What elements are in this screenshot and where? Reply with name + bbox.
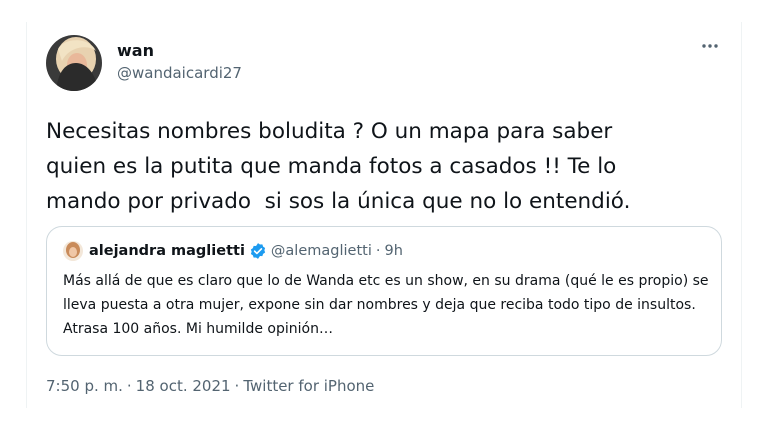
tweet-time[interactable]: 7:50 p. m.: [46, 377, 123, 395]
quoted-header: alejandra maglietti @alemaglietti · 9h: [89, 242, 403, 260]
author-avatar[interactable]: [46, 35, 102, 91]
avatar-image: [46, 35, 102, 91]
quoted-separator: ·: [375, 243, 381, 259]
tweet-metadata: 7:50 p. m. · 18 oct. 2021 · Twitter for iPho…: [46, 377, 374, 395]
quoted-tweet[interactable]: alejandra maglietti @alemaglietti · 9h M…: [46, 226, 722, 356]
quoted-timestamp: 9h: [384, 243, 403, 259]
tweet-text: Necesitas nombres boludita ? O un mapa p…: [46, 119, 631, 214]
author-handle[interactable]: @wandaicardi27: [117, 64, 242, 82]
tweet-source: Twitter for iPhone: [243, 377, 375, 395]
verified-badge-icon: [249, 242, 267, 260]
author-name[interactable]: wan: [117, 41, 154, 60]
meta-separator: ·: [234, 377, 240, 395]
quoted-author-handle: @alemaglietti: [270, 243, 372, 259]
quoted-author-avatar: [63, 241, 83, 261]
quoted-tweet-text: Más allá de que es claro que lo de Wanda…: [63, 273, 709, 337]
tweet-date[interactable]: 18 oct. 2021: [136, 377, 231, 395]
meta-separator: ·: [126, 377, 132, 395]
more-horizontal-icon: [700, 40, 720, 61]
quoted-author-name: alejandra maglietti: [89, 243, 245, 259]
more-options-button[interactable]: [700, 36, 720, 61]
